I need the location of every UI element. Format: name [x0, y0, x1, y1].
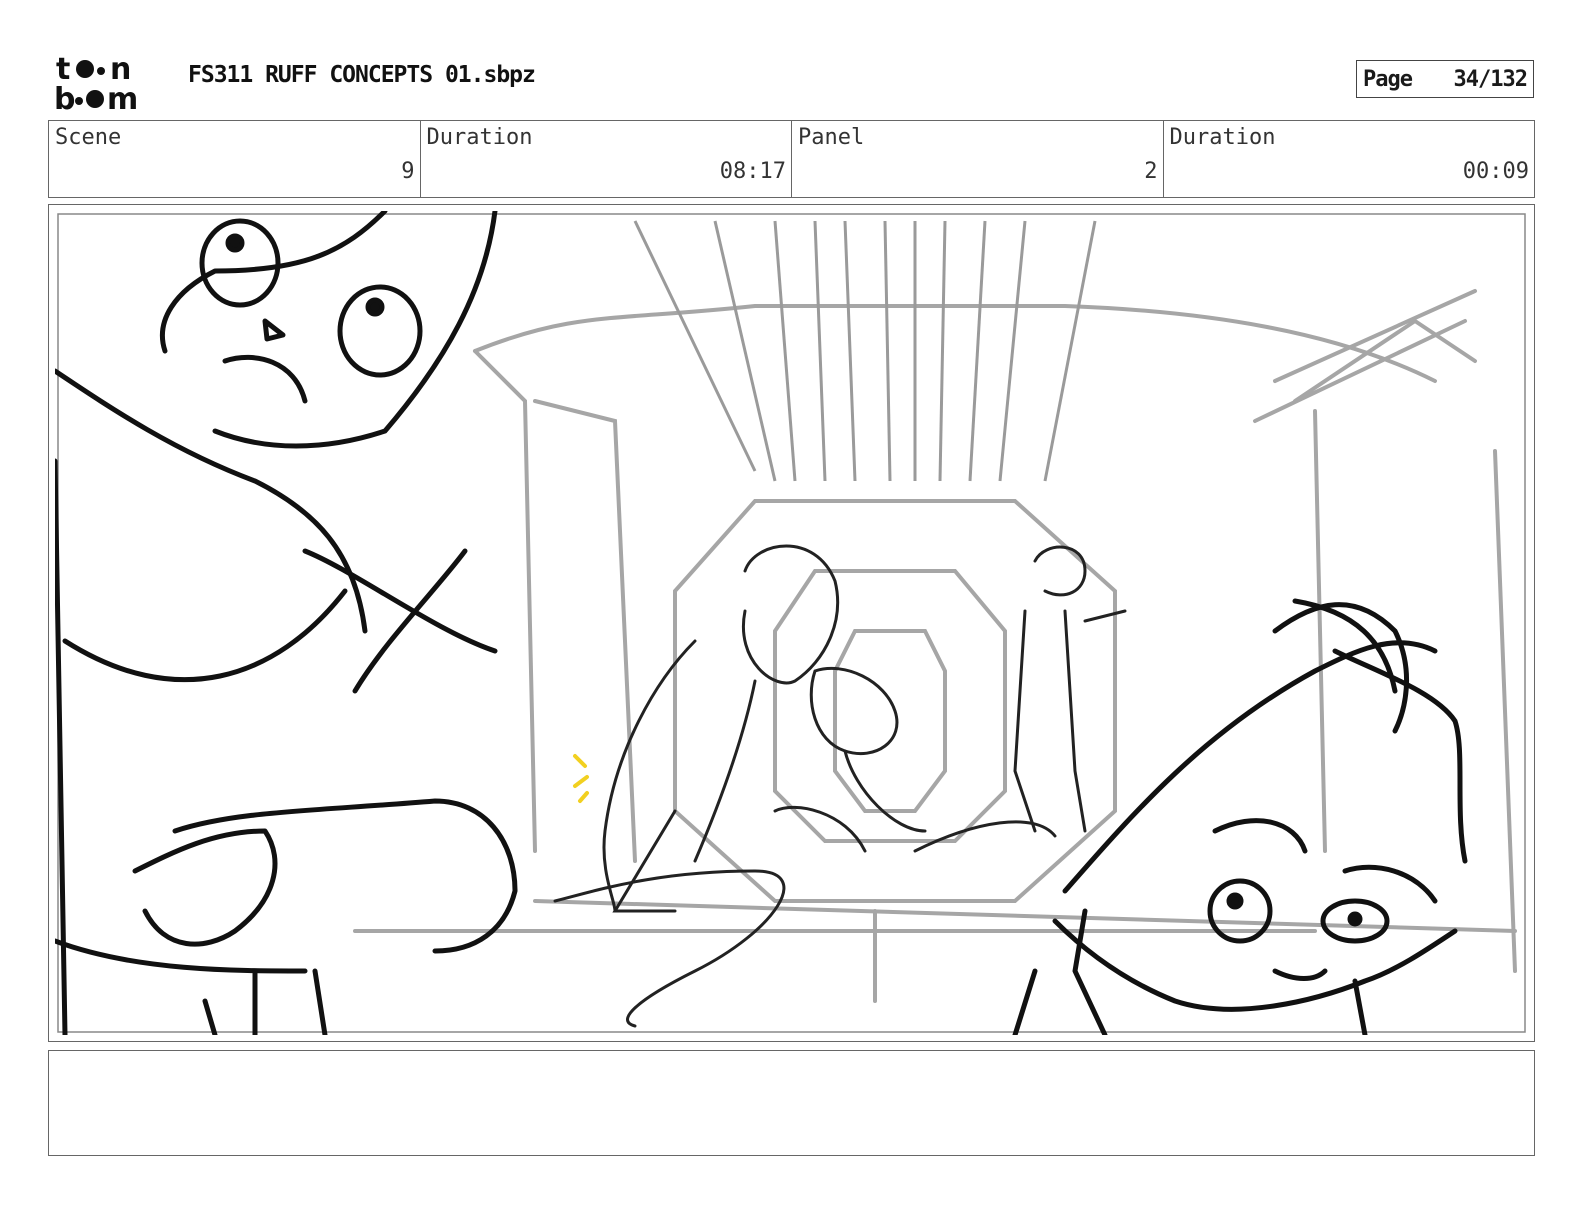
scene-duration-label: Duration — [426, 125, 533, 150]
panel-cell: Panel 2 — [792, 121, 1164, 197]
document-title: FS311 RUFF CONCEPTS 01.sbpz — [188, 62, 536, 88]
panel-duration-cell: Duration 00:09 — [1164, 121, 1535, 197]
panel-duration-value: 00:09 — [1462, 159, 1529, 184]
storyboard-panel — [48, 204, 1535, 1042]
toon-boom-logo: t n b m — [54, 52, 138, 112]
scene-duration-value: 08:17 — [719, 159, 786, 184]
panel-value: 2 — [1144, 159, 1158, 184]
scene-label: Scene — [55, 125, 122, 150]
storyboard-sketch-image — [55, 211, 1528, 1035]
svg-text:m: m — [107, 82, 138, 112]
page-label: Page — [1363, 66, 1413, 92]
page-indicator: Page 34/132 — [1356, 60, 1534, 98]
dialogue-notes-box — [48, 1050, 1535, 1156]
panel-duration-label: Duration — [1169, 125, 1276, 150]
scene-value: 9 — [401, 159, 415, 184]
scene-duration-cell: Duration 08:17 — [421, 121, 792, 197]
page-number: 34/132 — [1453, 66, 1528, 92]
panel-info-bar: Scene 9 Duration 08:17 Panel 2 Duration … — [48, 120, 1535, 198]
scene-cell: Scene 9 — [49, 121, 421, 197]
svg-text:b: b — [54, 82, 75, 112]
panel-label: Panel — [798, 125, 865, 150]
